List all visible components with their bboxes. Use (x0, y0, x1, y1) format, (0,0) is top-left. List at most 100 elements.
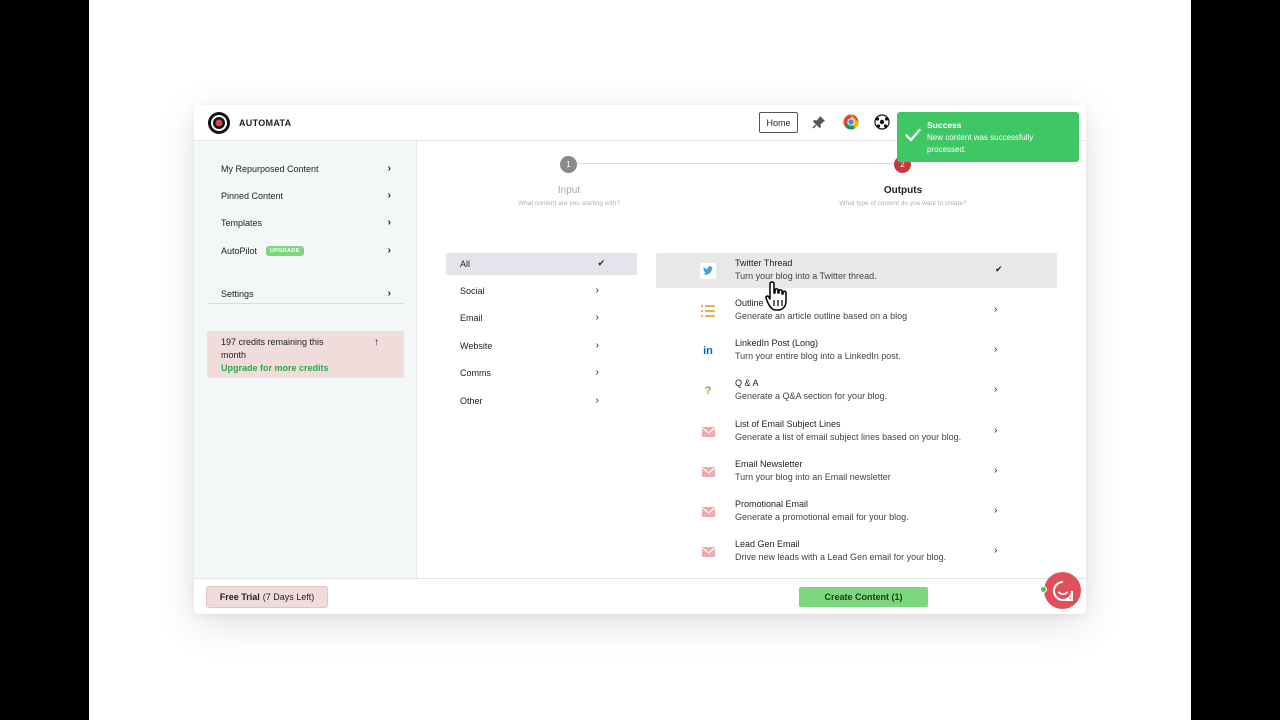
output-email-newsletter[interactable]: Email Newsletter Turn your blog into an … (656, 454, 1057, 489)
arrow-up-icon[interactable]: ↑ (374, 336, 379, 349)
sidebar-item-settings[interactable]: Settings › (221, 284, 391, 304)
sidebar-item-pinned-content[interactable]: Pinned Content › (221, 186, 391, 206)
chevron-right-icon: › (595, 367, 599, 378)
category-all[interactable]: All ✔ (446, 253, 637, 275)
sidebar-item-label: AutoPilot (221, 246, 258, 256)
pin-icon[interactable] (811, 114, 827, 130)
checkmark-icon: ✔ (995, 264, 1003, 274)
toast-title: Success (927, 120, 962, 130)
chevron-right-icon: › (595, 312, 599, 323)
output-description: Generate a promotional email for your bl… (735, 512, 909, 522)
footer-bar: Free Trial (7 Days Left) Create Content … (194, 578, 1086, 614)
linkedin-icon: in (703, 345, 713, 357)
automata-logo-icon[interactable] (207, 111, 231, 135)
email-icon (700, 504, 716, 520)
sidebar-item-label: Settings (221, 289, 254, 299)
category-other[interactable]: Other › (446, 390, 637, 412)
output-title: Q & A (735, 378, 759, 388)
chevron-right-icon: › (994, 425, 998, 436)
hand-cursor-icon (765, 281, 787, 311)
output-title: LinkedIn Post (Long) (735, 338, 819, 348)
category-label: Email (460, 313, 483, 323)
output-title: Outline (735, 298, 764, 308)
chevron-right-icon: › (387, 245, 391, 256)
sidebar: My Repurposed Content › Pinned Content ›… (194, 141, 417, 578)
checkmark-icon (905, 128, 921, 142)
chevron-right-icon: › (595, 285, 599, 296)
sidebar-item-label: My Repurposed Content (221, 164, 319, 174)
sidebar-item-autopilot[interactable]: AutoPilot UPGRADE › (221, 241, 391, 261)
step-1-subtitle: What content are you starting with? (518, 200, 620, 207)
step-1-title[interactable]: Input (479, 185, 659, 196)
trial-days-left: (7 Days Left) (262, 592, 315, 602)
output-description: Turn your blog into an Email newsletter (735, 472, 891, 482)
free-trial-button[interactable]: Free Trial (7 Days Left) (206, 586, 328, 608)
app-window: AUTOMATA Home My Repurposed Content › Pi… (194, 105, 1086, 614)
list-icon (700, 303, 716, 319)
chat-widget-button[interactable] (1044, 572, 1081, 609)
toast-message: New content was successfully processed. (927, 133, 1034, 154)
output-promotional-email[interactable]: Promotional Email Generate a promotional… (656, 494, 1057, 529)
sidebar-item-my-repurposed-content[interactable]: My Repurposed Content › (221, 159, 391, 179)
output-q-and-a[interactable]: ? Q & A Generate a Q&A section for your … (656, 373, 1057, 408)
output-outline[interactable]: Outline Generate an article outline base… (656, 293, 1057, 328)
category-label: Social (460, 286, 485, 296)
chevron-right-icon: › (994, 304, 998, 315)
credits-text: 197 credits remaining this month (221, 337, 324, 360)
online-status-dot (1040, 586, 1047, 593)
trial-label: Free Trial (219, 592, 260, 602)
category-label: Website (460, 341, 493, 351)
chat-icon (1052, 580, 1073, 601)
category-label: All (460, 259, 471, 269)
output-title: Email Newsletter (735, 459, 803, 469)
home-button[interactable]: Home (759, 112, 798, 133)
output-title: Lead Gen Email (735, 539, 800, 549)
success-toast[interactable]: Success New content was successfully pro… (897, 112, 1079, 162)
upgrade-badge: UPGRADE (266, 246, 304, 256)
category-label: Comms (460, 368, 491, 378)
step-2-title[interactable]: Outputs (813, 185, 993, 196)
chevron-right-icon: › (994, 465, 998, 476)
checkmark-icon: ✔ (597, 258, 605, 268)
chevron-right-icon: › (994, 505, 998, 516)
sidebar-item-label: Pinned Content (221, 191, 284, 201)
category-email[interactable]: Email › (446, 307, 637, 329)
category-label: Other (460, 396, 483, 406)
soccer-ball-icon[interactable] (874, 114, 890, 130)
chevron-right-icon: › (994, 545, 998, 556)
chevron-right-icon: › (994, 344, 998, 355)
category-social[interactable]: Social › (446, 280, 637, 302)
upgrade-link[interactable]: Upgrade for more credits (221, 362, 390, 375)
output-description: Turn your blog into a Twitter thread. (735, 271, 877, 281)
chrome-icon[interactable] (843, 114, 859, 130)
output-description: Generate an article outline based on a b… (735, 311, 908, 321)
category-website[interactable]: Website › (446, 335, 637, 357)
output-title: Twitter Thread (735, 258, 793, 268)
step-1-circle[interactable]: 1 (560, 156, 577, 173)
email-icon (700, 464, 716, 480)
question-icon: ? (704, 385, 712, 397)
twitter-icon (700, 263, 716, 279)
output-title: List of Email Subject Lines (735, 419, 841, 429)
output-email-subject-lines[interactable]: List of Email Subject Lines Generate a l… (656, 414, 1057, 449)
output-twitter-thread[interactable]: Twitter Thread Turn your blog into a Twi… (656, 253, 1057, 288)
chevron-right-icon: › (387, 190, 391, 201)
output-lead-gen-email[interactable]: Lead Gen Email Drive new leads with a Le… (656, 534, 1057, 569)
chevron-right-icon: › (595, 340, 599, 351)
create-content-button[interactable]: Create Content (1) (799, 587, 928, 607)
output-description: Generate a Q&A section for your blog. (735, 391, 888, 401)
email-icon (700, 544, 716, 560)
output-description: Drive new leads with a Lead Gen email fo… (735, 552, 947, 562)
chevron-right-icon: › (387, 163, 391, 174)
output-title: Promotional Email (735, 499, 809, 509)
chevron-right-icon: › (387, 217, 391, 228)
category-comms[interactable]: Comms › (446, 362, 637, 384)
chevron-right-icon: › (387, 288, 391, 299)
step-2-subtitle: What type of content do you want to crea… (839, 200, 967, 207)
brand-name: AUTOMATA (239, 118, 292, 128)
sidebar-item-label: Templates (221, 218, 263, 228)
sidebar-item-templates[interactable]: Templates › (221, 213, 391, 233)
email-icon (700, 424, 716, 440)
credits-panel: 197 credits remaining this month Upgrade… (207, 331, 404, 378)
output-linkedin-post[interactable]: in LinkedIn Post (Long) Turn your entire… (656, 333, 1057, 368)
